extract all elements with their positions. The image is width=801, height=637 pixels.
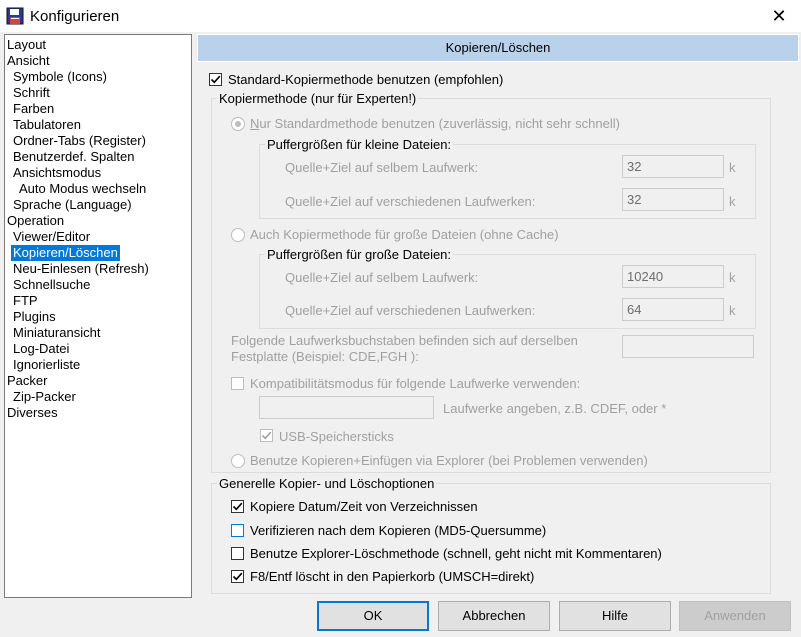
page-title: Kopieren/Löschen <box>197 34 799 62</box>
compat-mode-checkbox[interactable] <box>231 377 244 390</box>
help-button[interactable]: Hilfe <box>559 601 671 631</box>
tree-item[interactable]: Tabulatoren <box>11 117 83 133</box>
tree-item[interactable]: Log-Datei <box>11 341 71 357</box>
radio-standard-label: Nur Standardmethode benutzen (zuverlässi… <box>250 116 620 131</box>
large-same-unit: k <box>729 270 736 285</box>
tree-item[interactable]: Schrift <box>11 85 52 101</box>
verify-checkbox[interactable] <box>231 524 244 537</box>
explorer-delete-checkbox[interactable] <box>231 547 244 560</box>
window-title: Konfigurieren <box>30 8 120 25</box>
tree-item[interactable]: FTP <box>11 293 40 309</box>
small-same-drive-label: Quelle+Ziel auf selbem Laufwerk: <box>285 160 479 175</box>
radio-standard-method[interactable] <box>231 117 245 131</box>
ok-button[interactable]: OK <box>317 601 429 631</box>
same-disk-note-line2: Festplatte (Beispiel: CDE,FGH ): <box>231 349 419 364</box>
compat-drives-input[interactable] <box>259 396 434 419</box>
tree-item[interactable]: Kopieren/Löschen <box>11 245 120 261</box>
tree-item[interactable]: Benutzerdef. Spalten <box>11 149 136 165</box>
tree-item[interactable]: Ordner-Tabs (Register) <box>11 133 148 149</box>
tree-item[interactable]: Auto Modus wechseln <box>17 181 148 197</box>
tree-item[interactable]: Ignorierliste <box>11 357 82 373</box>
title-bar: Konfigurieren ✕ <box>0 0 801 32</box>
standard-method-checkbox[interactable] <box>209 73 222 86</box>
small-same-drive-input[interactable]: 32 <box>622 155 724 178</box>
small-same-unit: k <box>729 160 736 175</box>
close-icon[interactable]: ✕ <box>764 0 794 32</box>
copy-datetime-label: Kopiere Datum/Zeit von Verzeichnissen <box>250 499 478 514</box>
tree-item[interactable]: Schnellsuche <box>11 277 92 293</box>
tree-item[interactable]: Diverses <box>5 405 60 421</box>
radio-large-label: Auch Kopiermethode für große Dateien (oh… <box>250 227 559 242</box>
tree-item[interactable]: Viewer/Editor <box>11 229 92 245</box>
small-files-title: Puffergrößen für kleine Dateien: <box>265 137 454 152</box>
radio-explorer-method[interactable] <box>231 454 245 468</box>
same-disk-note-line1: Folgende Laufwerksbuchstaben befinden si… <box>231 333 578 348</box>
small-diff-unit: k <box>729 194 736 209</box>
tree-item[interactable]: Plugins <box>11 309 58 325</box>
copy-datetime-checkbox[interactable] <box>231 500 244 513</box>
large-diff-drive-label: Quelle+Ziel auf verschiedenen Laufwerken… <box>285 303 536 318</box>
radio-large-files-method[interactable] <box>231 228 245 242</box>
tree-item[interactable]: Layout <box>5 37 48 53</box>
radio-explorer-label: Benutze Kopieren+Einfügen via Explorer (… <box>250 453 648 468</box>
tree-item[interactable]: Miniaturansicht <box>11 325 102 341</box>
tree-item[interactable]: Symbole (Icons) <box>11 69 109 85</box>
tree-item[interactable]: Zip-Packer <box>11 389 78 405</box>
small-diff-drive-input[interactable]: 32 <box>622 188 724 211</box>
large-diff-drive-input[interactable]: 64 <box>622 298 724 321</box>
standard-method-label: Standard-Kopiermethode benutzen (empfohl… <box>228 72 504 87</box>
f8-recycle-checkbox[interactable] <box>231 570 244 583</box>
expert-group-title: Kopiermethode (nur für Experten!) <box>217 91 419 106</box>
f8-recycle-label: F8/Entf löscht in den Papierkorb (UMSCH=… <box>250 569 535 584</box>
compat-drives-hint: Laufwerke angeben, z.B. CDEF, oder * <box>443 401 667 416</box>
general-group-title: Generelle Kopier- und Löschoptionen <box>217 476 437 491</box>
explorer-delete-label: Benutze Explorer-Löschmethode (schnell, … <box>250 546 662 561</box>
tree-item[interactable]: Neu-Einlesen (Refresh) <box>11 261 151 277</box>
tree-item[interactable]: Operation <box>5 213 66 229</box>
tree-item[interactable]: Ansicht <box>5 53 52 69</box>
tree-item[interactable]: Ansichtsmodus <box>11 165 103 181</box>
tree-item[interactable]: Farben <box>11 101 56 117</box>
tree-item[interactable]: Packer <box>5 373 49 389</box>
verify-label: Verifizieren nach dem Kopieren (MD5-Quer… <box>250 523 547 538</box>
compat-mode-label: Kompatibilitätsmodus für folgende Laufwe… <box>250 376 581 391</box>
apply-button[interactable]: Anwenden <box>679 601 791 631</box>
large-same-drive-input[interactable]: 10240 <box>622 265 724 288</box>
same-disk-input[interactable] <box>622 335 754 358</box>
large-files-title: Puffergrößen für große Dateien: <box>265 247 454 262</box>
large-same-drive-label: Quelle+Ziel auf selbem Laufwerk: <box>285 270 479 285</box>
floppy-disk-icon[interactable] <box>6 7 24 25</box>
large-diff-unit: k <box>729 303 736 318</box>
usb-sticks-label: USB-Speichersticks <box>279 429 394 444</box>
usb-sticks-checkbox[interactable] <box>260 429 273 442</box>
small-diff-drive-label: Quelle+Ziel auf verschiedenen Laufwerken… <box>285 194 536 209</box>
tree-item[interactable]: Sprache (Language) <box>11 197 134 213</box>
cancel-button[interactable]: Abbrechen <box>438 601 550 631</box>
settings-tree[interactable]: Layout Ansicht Symbole (Icons) Schrift Farbe… <box>4 34 192 598</box>
